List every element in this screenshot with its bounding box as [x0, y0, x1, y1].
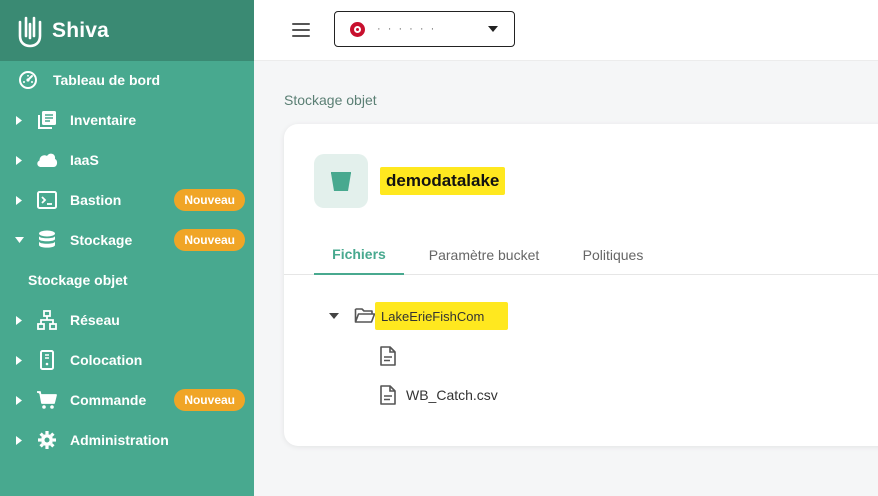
- shiva-hand-logo-icon: [16, 13, 44, 49]
- file-icon[interactable]: [379, 346, 397, 366]
- sidebar-item-commande[interactable]: Commande Nouveau: [0, 380, 254, 420]
- page-title: Stockage objet: [284, 92, 377, 108]
- sidebar-item-label: Réseau: [70, 312, 120, 328]
- sidebar-item-label: Administration: [70, 432, 169, 448]
- tab-parametre-bucket[interactable]: Paramètre bucket: [412, 234, 556, 275]
- sidebar-item-iaas[interactable]: IaaS: [0, 140, 254, 180]
- sidebar-item-label: Commande: [70, 392, 147, 408]
- caret-right-icon: [14, 155, 24, 165]
- brand-header[interactable]: Shiva: [0, 0, 254, 61]
- bucket-card: demodatalake Fichiers Paramètre bucket P…: [284, 124, 878, 446]
- caret-right-icon: [14, 195, 24, 205]
- server-icon: [36, 349, 58, 371]
- new-badge: Nouveau: [174, 229, 245, 251]
- caret-right-icon: [14, 355, 24, 365]
- organization-name: · · · · · ·: [377, 23, 437, 35]
- caret-down-icon[interactable]: [329, 313, 339, 319]
- brand-name: Shiva: [52, 18, 110, 42]
- gear-icon: [36, 429, 58, 451]
- terminal-icon: [36, 189, 58, 211]
- file-icon[interactable]: [379, 385, 397, 405]
- database-icon: [36, 229, 58, 251]
- sidebar-item-inventaire[interactable]: Inventaire: [0, 100, 254, 140]
- tab-fichiers[interactable]: Fichiers: [314, 234, 404, 275]
- sidebar: Shiva Tableau de bord Inventaire IaaS Ba…: [0, 0, 254, 496]
- menu-icon[interactable]: [290, 20, 312, 40]
- folder-open-icon: [354, 306, 376, 326]
- target-logo-icon: [350, 21, 365, 37]
- bucket-icon: [314, 154, 368, 208]
- cloud-icon: [36, 149, 58, 171]
- tab-politiques[interactable]: Politiques: [570, 234, 656, 275]
- sidebar-item-stockage[interactable]: Stockage Nouveau: [0, 220, 254, 260]
- bucket-name: demodatalake: [380, 167, 506, 195]
- sidebar-item-dashboard[interactable]: Tableau de bord: [0, 60, 254, 100]
- library-icon: [36, 109, 58, 131]
- caret-down-icon: [488, 26, 498, 32]
- caret-right-icon: [14, 435, 24, 445]
- sidebar-item-administration[interactable]: Administration: [0, 420, 254, 460]
- topbar: · · · · · ·: [254, 0, 878, 61]
- sidebar-item-label: IaaS: [70, 152, 99, 168]
- gauge-icon: [17, 69, 39, 91]
- organization-select[interactable]: · · · · · ·: [334, 11, 515, 47]
- cart-icon: [36, 389, 58, 411]
- folder-name[interactable]: LakeErieFishCom: [375, 302, 509, 330]
- caret-down-icon: [14, 237, 24, 243]
- sidebar-item-colocation[interactable]: Colocation: [0, 340, 254, 380]
- sidebar-subitem-stockage-objet[interactable]: Stockage objet: [28, 268, 128, 292]
- caret-right-icon: [14, 395, 24, 405]
- new-badge: Nouveau: [174, 189, 245, 211]
- sidebar-item-reseau[interactable]: Réseau: [0, 300, 254, 340]
- caret-right-icon: [14, 115, 24, 125]
- tab-bar: Fichiers Paramètre bucket Politiques: [284, 234, 878, 275]
- caret-right-icon: [14, 315, 24, 325]
- file-name[interactable]: WB_Catch.csv: [406, 387, 498, 403]
- new-badge: Nouveau: [174, 389, 245, 411]
- sidebar-item-label: Stockage: [70, 232, 133, 248]
- network-icon: [36, 309, 58, 331]
- sidebar-item-label: Bastion: [70, 192, 122, 208]
- sidebar-item-label: Tableau de bord: [53, 72, 161, 88]
- sidebar-item-label: Colocation: [70, 352, 143, 368]
- sidebar-item-label: Inventaire: [70, 112, 137, 128]
- sidebar-item-bastion[interactable]: Bastion Nouveau: [0, 180, 254, 220]
